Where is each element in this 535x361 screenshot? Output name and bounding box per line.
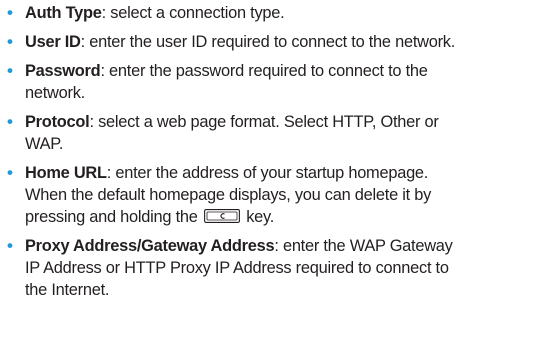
list-item-user-id: • User ID: enter the user ID required to…: [0, 31, 535, 53]
item-term: Proxy Address/Gateway Address: [25, 237, 275, 255]
bullet-icon: •: [7, 163, 13, 182]
item-text-continued: IP Address or HTTP Proxy IP Address requ…: [25, 259, 449, 277]
bullet-icon: •: [7, 32, 13, 51]
item-text-continued: network.: [25, 84, 85, 102]
bullet-icon: •: [7, 61, 13, 80]
list-item-proxy-address: • Proxy Address/Gateway Address: enter t…: [0, 235, 535, 301]
settings-description-list: • Auth Type: select a connection type. •…: [0, 2, 535, 308]
bullet-icon: •: [7, 3, 13, 22]
item-text: : enter the address of your startup home…: [106, 164, 429, 182]
item-text: : select a connection type.: [101, 4, 285, 22]
bullet-icon: •: [7, 112, 13, 131]
item-text-continued: WAP.: [25, 135, 64, 153]
item-term: Auth Type: [25, 4, 102, 22]
item-text-continued: When the default homepage displays, you …: [25, 186, 432, 204]
item-text-continued: the Internet.: [25, 281, 110, 299]
item-text: : select a web page format. Select HTTP,…: [89, 113, 439, 131]
list-item-home-url: • Home URL: enter the address of your st…: [0, 162, 535, 228]
list-item-auth-type: • Auth Type: select a connection type.: [0, 2, 535, 24]
item-text-continued: key.: [246, 208, 275, 226]
item-term: User ID: [25, 33, 81, 51]
bullet-icon: •: [7, 236, 13, 255]
c-key-icon: [203, 208, 240, 223]
item-term: Home URL: [25, 164, 107, 182]
item-term: Password: [25, 62, 101, 80]
item-text-continued: pressing and holding the: [25, 208, 198, 226]
item-text: : enter the user ID required to connect …: [80, 33, 456, 51]
item-text: : enter the WAP Gateway: [274, 237, 453, 255]
item-text: : enter the password required to connect…: [100, 62, 428, 80]
item-term: Protocol: [25, 113, 90, 131]
list-item-password: • Password: enter the password required …: [0, 60, 535, 104]
list-item-protocol: • Protocol: select a web page format. Se…: [0, 111, 535, 155]
